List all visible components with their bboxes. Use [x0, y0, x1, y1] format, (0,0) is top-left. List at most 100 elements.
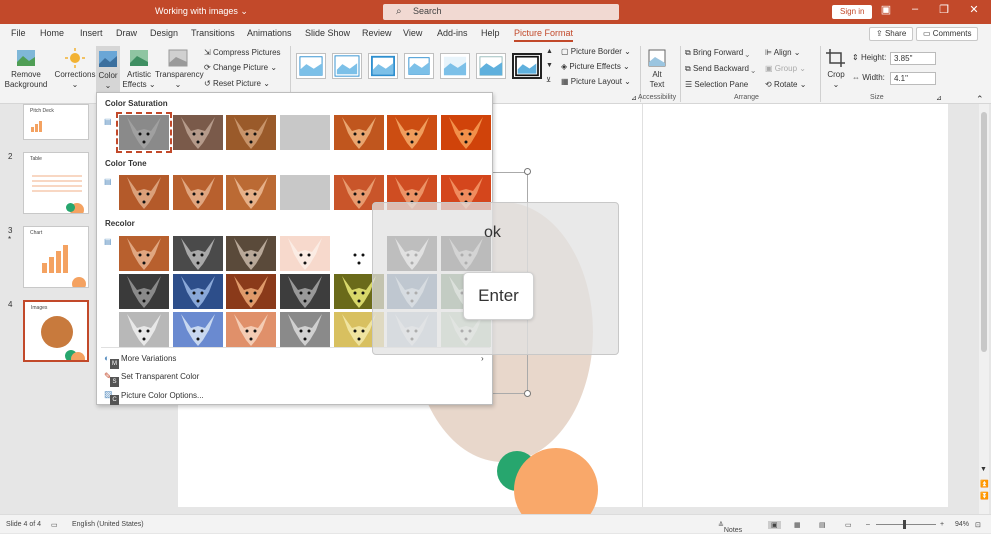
- styles-scroll-up[interactable]: ▲: [546, 48, 553, 55]
- reset-picture-button[interactable]: ↺ Reset Picture ⌄: [204, 79, 270, 88]
- recolor-option[interactable]: [226, 274, 276, 309]
- transparency-button[interactable]: Transparency ⌄: [155, 48, 204, 90]
- tab-picture-format[interactable]: Picture Format: [514, 28, 574, 42]
- minimize-icon[interactable]: –: [906, 3, 924, 19]
- next-slide-icon[interactable]: ⏬: [980, 492, 989, 500]
- picture-color-options-item[interactable]: Picture Color Options...: [121, 391, 204, 400]
- picture-layout-button[interactable]: ▦ Picture Layout ⌄: [561, 77, 631, 86]
- zoom-out-icon[interactable]: –: [866, 521, 870, 528]
- picture-style-6[interactable]: [476, 53, 506, 79]
- tone-option[interactable]: [280, 175, 330, 210]
- slide-thumbnail-3[interactable]: Chart: [23, 226, 89, 288]
- share-button[interactable]: ⇪ Share: [869, 27, 914, 41]
- slide-thumbnail-2[interactable]: Table: [23, 152, 89, 214]
- recolor-option[interactable]: [280, 274, 330, 309]
- size-dialog-launcher[interactable]: ⊿: [936, 94, 942, 102]
- zoom-slider[interactable]: [876, 524, 936, 525]
- scroll-down-icon[interactable]: ▼: [980, 466, 987, 473]
- bring-forward-button[interactable]: ⧉ Bring Forward ⌄: [685, 48, 749, 58]
- height-field[interactable]: 3.85": [890, 52, 936, 65]
- recolor-option[interactable]: [280, 312, 330, 347]
- recolor-option[interactable]: [119, 236, 169, 271]
- saturation-option[interactable]: [441, 115, 491, 150]
- slide-thumbnail-1[interactable]: Pitch Deck: [23, 104, 89, 140]
- slide-thumbnail-4[interactable]: Images: [23, 300, 89, 362]
- tab-slide-show[interactable]: Slide Show: [305, 28, 350, 38]
- crop-button[interactable]: Crop ⌄: [824, 48, 848, 90]
- width-field[interactable]: 4.1": [890, 72, 936, 85]
- picture-style-3[interactable]: [368, 53, 398, 79]
- picture-style-5[interactable]: [440, 53, 470, 79]
- recolor-option[interactable]: [226, 312, 276, 347]
- slideshow-icon[interactable]: ▭: [845, 521, 852, 529]
- recolor-option[interactable]: [226, 236, 276, 271]
- scrollbar-thumb[interactable]: [981, 112, 987, 352]
- language-status[interactable]: English (United States): [72, 521, 144, 528]
- document-title[interactable]: Working with images ⌄: [155, 6, 248, 17]
- comments-button[interactable]: ▭ Comments: [916, 27, 979, 41]
- tab-review[interactable]: Review: [362, 28, 392, 38]
- reading-view-icon[interactable]: ▤: [819, 521, 826, 529]
- saturation-option[interactable]: [280, 115, 330, 150]
- tone-option[interactable]: [173, 175, 223, 210]
- styles-more[interactable]: ⊻: [546, 76, 551, 84]
- tone-option[interactable]: [226, 175, 276, 210]
- picture-style-4[interactable]: [404, 53, 434, 79]
- tab-transitions[interactable]: Transitions: [191, 28, 235, 38]
- tab-home[interactable]: Home: [40, 28, 64, 38]
- change-picture-button[interactable]: ⟳ Change Picture ⌄: [204, 63, 277, 72]
- remove-background-button[interactable]: Remove Background: [4, 48, 48, 90]
- restore-icon[interactable]: ❐: [935, 3, 953, 19]
- color-button[interactable]: Color ⌄: [96, 46, 120, 92]
- selection-pane-button[interactable]: ☰ Selection Pane: [685, 80, 748, 89]
- close-icon[interactable]: ✕: [965, 3, 983, 19]
- tab-help[interactable]: Help: [481, 28, 500, 38]
- artistic-effects-button[interactable]: Artistic Effects ⌄: [122, 48, 156, 90]
- styles-dialog-launcher[interactable]: ⊿: [631, 94, 637, 102]
- tab-design[interactable]: Design: [150, 28, 178, 38]
- align-button[interactable]: ⊫ Align ⌄: [765, 48, 800, 57]
- enter-key-button[interactable]: Enter: [463, 272, 534, 320]
- picture-style-2[interactable]: [332, 53, 362, 79]
- compress-pictures-button[interactable]: ⇲ Compress Pictures: [204, 48, 281, 57]
- recolor-option[interactable]: [173, 312, 223, 347]
- notes-button[interactable]: ≙ Notes: [718, 521, 742, 534]
- normal-view-icon[interactable]: ▣: [768, 521, 781, 529]
- vertical-scrollbar[interactable]: ▼ ⏫ ⏬: [979, 104, 989, 514]
- saturation-option[interactable]: [173, 115, 223, 150]
- picture-effects-button[interactable]: ◈ Picture Effects ⌄: [561, 62, 630, 71]
- slide-sorter-icon[interactable]: ▦: [794, 521, 801, 529]
- recolor-option[interactable]: [119, 274, 169, 309]
- recolor-option[interactable]: [173, 274, 223, 309]
- tab-add-ins[interactable]: Add-ins: [437, 28, 468, 38]
- fit-slide-icon[interactable]: ⊡: [975, 521, 981, 529]
- zoom-in-icon[interactable]: +: [940, 521, 944, 528]
- picture-style-1[interactable]: [296, 53, 326, 79]
- saturation-option[interactable]: [226, 115, 276, 150]
- picture-border-button[interactable]: ▢ Picture Border ⌄: [561, 47, 631, 56]
- ribbon-display-icon[interactable]: ▣: [877, 3, 895, 19]
- prev-slide-icon[interactable]: ⏫: [980, 480, 989, 488]
- search-input[interactable]: ⌕ Search: [383, 4, 619, 20]
- zoom-slider-thumb[interactable]: [903, 520, 906, 529]
- tab-file[interactable]: File: [11, 28, 26, 38]
- resize-handle[interactable]: [524, 168, 531, 175]
- zoom-level[interactable]: 94%: [955, 521, 969, 528]
- tab-view[interactable]: View: [403, 28, 422, 38]
- resize-handle[interactable]: [524, 390, 531, 397]
- more-variations-item[interactable]: More Variations: [121, 354, 176, 363]
- group-button[interactable]: ▣ Group ⌄: [765, 64, 806, 73]
- spell-check-icon[interactable]: ▭: [51, 521, 58, 529]
- tab-insert[interactable]: Insert: [80, 28, 103, 38]
- saturation-option[interactable]: [334, 115, 384, 150]
- recolor-option[interactable]: [173, 236, 223, 271]
- alt-text-button[interactable]: Alt Text: [645, 48, 669, 90]
- corrections-button[interactable]: Corrections ⌄: [53, 48, 97, 90]
- tab-animations[interactable]: Animations: [247, 28, 292, 38]
- send-backward-button[interactable]: ⧉ Send Backward ⌄: [685, 64, 755, 74]
- recolor-option[interactable]: [119, 312, 169, 347]
- tone-option[interactable]: [119, 175, 169, 210]
- styles-scroll-down[interactable]: ▼: [546, 62, 553, 69]
- set-transparent-color-item[interactable]: Set Transparent Color: [121, 372, 199, 381]
- saturation-option[interactable]: [387, 115, 437, 150]
